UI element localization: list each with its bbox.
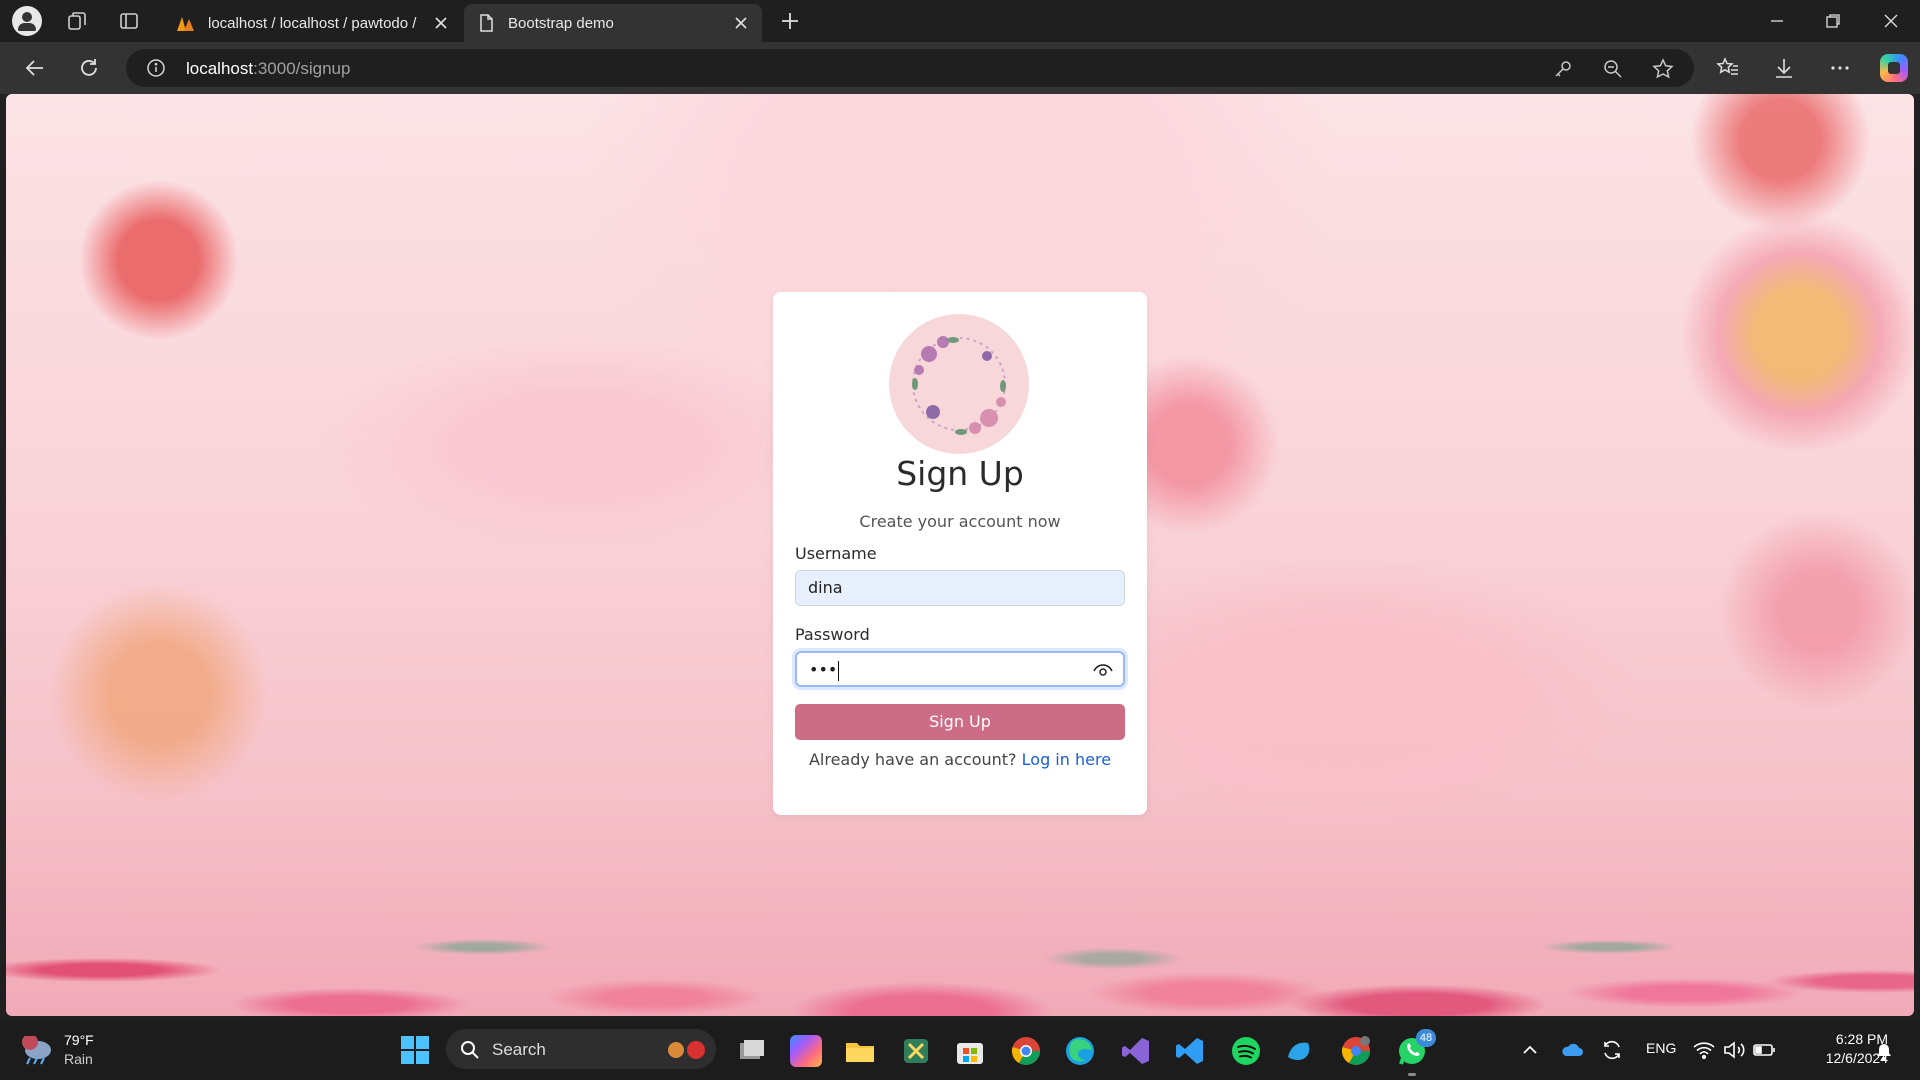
notification-badge: 48 (1416, 1029, 1436, 1047)
file-explorer-icon[interactable] (844, 1035, 876, 1067)
favorites-icon[interactable] (1716, 56, 1740, 80)
username-label: Username (795, 544, 877, 563)
vscode-icon[interactable] (1174, 1035, 1206, 1067)
signup-button[interactable]: Sign Up (795, 704, 1125, 740)
login-prompt-text: Already have an account? (808, 750, 1017, 769)
snipping-tool-icon[interactable] (900, 1035, 932, 1067)
phpmyadmin-favicon (177, 17, 194, 31)
password-key-icon[interactable] (1552, 58, 1574, 80)
onedrive-icon[interactable] (1560, 1038, 1584, 1062)
floral-wreath-logo (889, 314, 1029, 454)
chrome-icon[interactable] (1010, 1035, 1042, 1067)
battery-icon[interactable] (1752, 1038, 1776, 1062)
tab-bootstrap-demo[interactable]: Bootstrap demo (464, 4, 762, 42)
whatsapp-app[interactable]: 48 (1396, 1029, 1436, 1076)
wifi-icon[interactable] (1692, 1038, 1716, 1062)
weather-temperature: 79°F (64, 1032, 94, 1048)
clock-time: 6:28 PM (1835, 1031, 1888, 1047)
vertical-tabs-icon[interactable] (118, 10, 140, 32)
minimize-icon[interactable] (1764, 8, 1790, 34)
copilot-app-icon[interactable] (790, 1035, 822, 1067)
tab-phpmyadmin[interactable]: localhost / localhost / pawtodo / (164, 4, 462, 42)
edge-icon[interactable] (1064, 1035, 1096, 1067)
login-link[interactable]: Log in here (1022, 750, 1111, 769)
reload-icon[interactable] (76, 55, 102, 81)
close-window-icon[interactable] (1878, 8, 1904, 34)
login-prompt: Already have an account? Log in here (773, 750, 1147, 769)
password-label: Password (795, 625, 870, 644)
spotify-icon[interactable] (1230, 1035, 1262, 1067)
username-field[interactable]: dina (795, 570, 1125, 606)
search-icon (461, 1041, 479, 1059)
password-dots: ••• (809, 660, 838, 679)
windows-taskbar: 79°F Rain Search 48 ENG 6:28 PM 12/6/202… (0, 1020, 1920, 1080)
close-tab-icon[interactable] (432, 14, 450, 32)
task-view-icon[interactable] (736, 1035, 768, 1067)
text-caret (838, 660, 840, 681)
page-favicon (480, 14, 493, 32)
zoom-out-icon[interactable] (1602, 58, 1624, 80)
favorite-star-icon[interactable] (1652, 58, 1674, 80)
volume-icon[interactable] (1722, 1038, 1746, 1062)
password-field[interactable]: ••• (795, 651, 1125, 687)
weather-condition: Rain (64, 1051, 93, 1067)
more-menu-icon[interactable] (1828, 56, 1852, 80)
sync-icon[interactable] (1600, 1038, 1624, 1062)
taskbar-search[interactable]: Search (446, 1029, 716, 1069)
copilot-icon[interactable] (1880, 54, 1908, 82)
notification-bell-icon[interactable] (1874, 1042, 1894, 1062)
show-password-eye-icon[interactable] (1093, 662, 1113, 678)
restore-icon[interactable] (1820, 8, 1846, 34)
address-bar[interactable]: localhost:3000/signup (126, 49, 1694, 87)
page-title: Sign Up (896, 454, 1024, 493)
system-clock[interactable]: 6:28 PM 12/6/2024 (1788, 1030, 1888, 1068)
chrome-profile-icon[interactable] (1340, 1035, 1372, 1067)
tab-label: localhost / localhost / pawtodo / (208, 14, 417, 32)
back-icon[interactable] (22, 55, 48, 81)
dolphin-app-icon[interactable] (1284, 1035, 1316, 1067)
rain-cloud-icon (22, 1036, 51, 1065)
chevron-up-icon[interactable] (1518, 1038, 1542, 1062)
language-indicator[interactable]: ENG (1646, 1040, 1676, 1056)
visual-studio-icon[interactable] (1120, 1035, 1152, 1067)
search-highlight-icon (668, 1041, 705, 1059)
clock-date: 12/6/2024 (1825, 1050, 1888, 1066)
profile-avatar[interactable] (12, 6, 42, 36)
signup-card: Sign Up Create your account now Username… (773, 292, 1147, 815)
windows-start-icon[interactable] (400, 1035, 430, 1065)
url-text[interactable]: localhost:3000/signup (186, 59, 350, 79)
floral-background (6, 786, 1914, 1016)
url-path: :3000/signup (253, 59, 351, 78)
microsoft-store-icon[interactable] (954, 1035, 986, 1067)
page-subtitle: Create your account now (859, 512, 1061, 531)
search-placeholder: Search (492, 1040, 546, 1059)
new-tab-icon[interactable] (778, 9, 802, 33)
workspaces-icon[interactable] (66, 10, 88, 32)
url-host: localhost (186, 59, 254, 78)
page-viewport: Sign Up Create your account now Username… (6, 94, 1914, 1016)
browser-titlebar: localhost / localhost / pawtodo / Bootst… (0, 0, 1920, 42)
downloads-icon[interactable] (1772, 56, 1796, 80)
tab-label: Bootstrap demo (508, 14, 614, 32)
weather-widget[interactable]: 79°F Rain (20, 1032, 140, 1072)
close-tab-icon[interactable] (732, 14, 750, 32)
site-info-icon[interactable] (146, 58, 166, 78)
browser-toolbar: localhost:3000/signup (0, 42, 1920, 94)
